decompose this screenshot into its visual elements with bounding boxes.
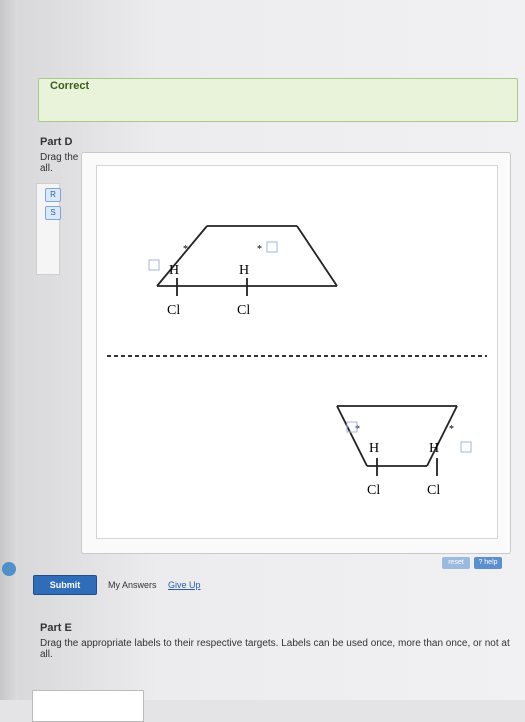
- drop-target[interactable]: [460, 441, 472, 453]
- part-e-title: Part E: [40, 622, 72, 634]
- mirror-image-diagram: H H Cl Cl * * H H Cl Cl * *: [107, 225, 487, 498]
- label-s[interactable]: S: [45, 206, 61, 220]
- h-atom: H: [429, 441, 439, 456]
- stereocenter-mark: *: [257, 244, 262, 255]
- help-button[interactable]: ? help: [474, 557, 502, 569]
- give-up-link[interactable]: Give Up: [168, 580, 201, 590]
- part-e-area: [32, 690, 144, 722]
- cl-atom: Cl: [237, 303, 250, 318]
- h-atom: H: [169, 263, 179, 278]
- submit-button[interactable]: Submit: [33, 575, 97, 595]
- window-edge: [0, 0, 18, 700]
- molecule-canvas: H H Cl Cl * * H H Cl Cl * *: [96, 165, 498, 539]
- left-molecule: H H Cl Cl * *: [148, 225, 338, 318]
- part-e-instructions: Drag the appropriate labels to their res…: [40, 638, 510, 660]
- my-answers-link[interactable]: My Answers: [108, 580, 157, 590]
- part-d-title: Part D: [40, 136, 73, 148]
- cl-atom: Cl: [427, 483, 440, 498]
- h-atom: H: [369, 441, 379, 456]
- correct-banner: [38, 78, 518, 122]
- label-r[interactable]: R: [45, 188, 61, 202]
- drop-target[interactable]: [266, 241, 278, 253]
- reset-button[interactable]: reset: [442, 557, 470, 569]
- right-molecule: H H Cl Cl * *: [336, 405, 472, 498]
- drop-target[interactable]: [148, 259, 160, 271]
- badge-dot: [2, 562, 16, 576]
- cl-atom: Cl: [367, 483, 380, 498]
- stereocenter-mark: *: [183, 244, 188, 255]
- stereocenter-mark: *: [449, 424, 454, 435]
- correct-status: Correct: [50, 80, 90, 92]
- cl-atom: Cl: [167, 303, 180, 318]
- h-atom: H: [239, 263, 249, 278]
